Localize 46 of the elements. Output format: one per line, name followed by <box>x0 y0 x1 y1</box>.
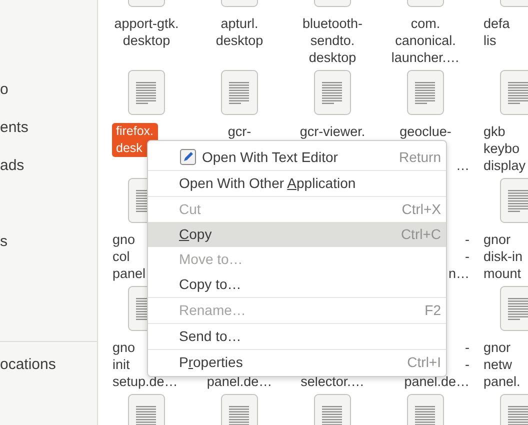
file-name[interactable]: netw <box>474 356 528 373</box>
file-name[interactable]: launcher.… <box>382 49 470 66</box>
file-name[interactable]: mount <box>474 265 528 282</box>
file-name[interactable]: selector.… <box>288 373 376 390</box>
sidebar-item[interactable]: o <box>0 71 97 109</box>
file-name[interactable]: gnor <box>474 231 528 248</box>
file-name[interactable]: gkb <box>474 123 528 140</box>
sidebar-item[interactable]: ocations <box>0 342 97 388</box>
sidebar-item[interactable]: ads <box>0 147 97 185</box>
file-name[interactable]: panel.de… <box>196 373 284 390</box>
file-name[interactable]: display <box>474 157 528 174</box>
file-name[interactable]: gcr- <box>196 123 284 140</box>
menu-item[interactable]: Copy to… <box>148 272 446 297</box>
sidebar-item[interactable]: s <box>0 223 97 261</box>
file-name[interactable]: desktop <box>288 49 376 66</box>
file-name[interactable]: apport-gtk. <box>102 15 190 32</box>
file-name[interactable]: defa <box>474 15 528 32</box>
document-icon[interactable] <box>500 70 528 115</box>
menu-item[interactable]: Properties Ctrl+I <box>148 350 446 375</box>
file-name[interactable]: bluetooth- <box>288 15 376 32</box>
file-name[interactable]: canonical. <box>382 32 470 49</box>
file-name[interactable]: lis <box>474 32 528 49</box>
file-name[interactable]: panel. <box>474 373 528 390</box>
file-name[interactable]: sendto. <box>288 32 376 49</box>
text-editor-icon <box>180 149 196 165</box>
file-name[interactable]: disk-in <box>474 248 528 265</box>
document-icon[interactable] <box>128 70 165 115</box>
menu-item[interactable]: Copy Ctrl+C <box>148 222 446 247</box>
file-name[interactable]: geoclue- <box>382 123 470 140</box>
document-icon[interactable] <box>221 70 258 115</box>
sidebar-item[interactable]: ents <box>0 109 97 147</box>
file-name[interactable]: gnor <box>474 339 528 356</box>
menu-item[interactable]: Send to… <box>148 324 446 349</box>
document-icon[interactable] <box>407 70 444 115</box>
document-icon[interactable] <box>314 70 351 115</box>
file-name[interactable]: panel.de… <box>382 373 470 390</box>
file-name[interactable]: setup.de… <box>102 373 190 390</box>
document-icon[interactable] <box>500 178 528 223</box>
file-name[interactable]: gcr-viewer. <box>288 123 376 140</box>
document-icon[interactable] <box>500 286 528 331</box>
file-name[interactable]: apturl. <box>196 15 284 32</box>
file-name[interactable]: desktop <box>102 32 190 49</box>
file-name[interactable]: com. <box>382 15 470 32</box>
file-name[interactable]: desktop <box>196 32 284 49</box>
file-name[interactable]: keybo <box>474 140 528 157</box>
menu-item[interactable]: Open With Other Application <box>148 171 446 196</box>
